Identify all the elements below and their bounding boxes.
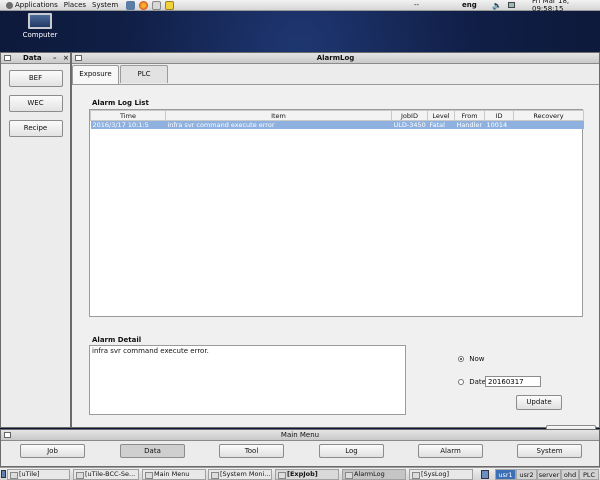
tool-button[interactable]: Tool xyxy=(219,444,284,458)
task-main-menu[interactable]: Main Menu xyxy=(142,469,206,480)
terminal-launcher-icon[interactable] xyxy=(126,0,136,10)
main-menu-title: Main Menu xyxy=(280,431,320,439)
task-utile-bcc[interactable]: [uTile-BCC-Se... xyxy=(73,469,139,480)
system-button[interactable]: System xyxy=(517,444,582,458)
task-syslog[interactable]: [SysLog] xyxy=(409,469,473,480)
computer-icon xyxy=(28,13,52,29)
cell-level: Fatal xyxy=(427,120,455,129)
foot-icon xyxy=(6,1,13,9)
main-menu-window: Main Menu Job Data Tool Log Alarm System xyxy=(0,429,600,467)
cell-recovery xyxy=(513,120,584,129)
col-recovery[interactable]: Recovery xyxy=(513,110,584,121)
tab-plc[interactable]: PLC xyxy=(120,65,168,83)
notes-launcher-icon[interactable] xyxy=(165,0,175,10)
cell-item: infra svr command execute error xyxy=(165,120,392,129)
radio-now[interactable]: Now xyxy=(458,355,484,363)
close-icon[interactable]: × xyxy=(63,54,69,62)
workspace-plc[interactable]: PLC xyxy=(579,469,599,480)
firefox-launcher-icon[interactable] xyxy=(139,0,149,10)
radio-now-indicator xyxy=(458,356,464,362)
radio-date-label: Date xyxy=(469,378,486,386)
task-utile[interactable]: [uTile] xyxy=(7,469,70,480)
applications-menu-label: Applications xyxy=(15,1,58,9)
radio-date[interactable]: Date xyxy=(458,378,486,386)
recipe-button[interactable]: Recipe xyxy=(8,120,63,137)
col-level[interactable]: Level xyxy=(427,110,455,121)
mail-launcher-icon[interactable] xyxy=(152,0,162,10)
workspace-server[interactable]: server xyxy=(537,469,561,480)
places-menu[interactable]: Places xyxy=(64,1,86,9)
col-id[interactable]: ID xyxy=(484,110,514,121)
date-input[interactable] xyxy=(485,376,541,387)
wec-button[interactable]: WEC xyxy=(8,95,63,112)
task-alarmlog[interactable]: AlarmLog xyxy=(342,469,406,480)
network-icon[interactable] xyxy=(508,2,515,8)
workspace-usr1[interactable]: usr1 xyxy=(495,469,516,480)
col-from[interactable]: From xyxy=(454,110,485,121)
top-panel: Applications Places System -- eng 🔈 Fri … xyxy=(0,0,600,13)
col-item[interactable]: Item xyxy=(165,110,392,121)
volume-icon[interactable]: 🔈 xyxy=(492,1,502,10)
alarm-detail-text[interactable]: infra svr command execute error. xyxy=(89,345,406,415)
show-desktop-icon[interactable] xyxy=(1,470,6,478)
cell-time: 2016/3/17 10:1:5 xyxy=(90,120,166,129)
bottom-taskbar: [uTile] [uTile-BCC-Se... Main Menu [Syst… xyxy=(0,467,600,480)
alarm-log-table[interactable]: Time Item JobID Level From ID Recovery 2… xyxy=(89,109,584,317)
system-menu[interactable]: System xyxy=(92,1,118,9)
cell-jobid: ULD-3450 xyxy=(391,120,428,129)
task-system-monitor[interactable]: [System Moni... xyxy=(208,469,272,480)
tab-exposure[interactable]: Exposure xyxy=(72,65,119,84)
table-header: Time Item JobID Level From ID Recovery xyxy=(90,110,584,121)
computer-desktop-icon[interactable]: Computer xyxy=(22,13,58,39)
keyboard-layout-indicator[interactable]: eng xyxy=(462,1,477,9)
radio-date-indicator xyxy=(458,379,464,385)
alarm-detail-label: Alarm Detail xyxy=(92,336,142,344)
update-button[interactable]: Update xyxy=(516,395,562,410)
alarm-log-list-label: Alarm Log List xyxy=(92,99,149,107)
log-button[interactable]: Log xyxy=(319,444,384,458)
clock[interactable]: Fri Mar 18, 09:58:15 xyxy=(532,0,600,13)
minimize-icon[interactable]: – xyxy=(53,54,57,62)
alarm-button[interactable]: Alarm xyxy=(418,444,483,458)
workspace-usr2[interactable]: usr2 xyxy=(516,469,537,480)
data-window: Data – × BEF WEC Recipe xyxy=(0,52,71,428)
data-window-titlebar[interactable]: Data – × xyxy=(1,53,70,64)
cell-from: Handler xyxy=(454,120,485,129)
workspace-ohd[interactable]: ohd xyxy=(561,469,579,480)
cell-id: 10014 xyxy=(484,120,514,129)
main-menu-titlebar[interactable]: Main Menu xyxy=(1,430,599,441)
alarmlog-window: AlarmLog Exposure PLC Alarm Log List Tim… xyxy=(71,52,600,431)
data-button[interactable]: Data xyxy=(120,444,185,458)
alarm-tabs: Exposure PLC xyxy=(72,65,169,84)
data-window-title: Data xyxy=(23,54,42,62)
table-row[interactable]: 2016/3/17 10:1:5 infra svr command execu… xyxy=(90,120,584,129)
panel-center-text: -- xyxy=(414,1,420,9)
radio-now-label: Now xyxy=(469,355,485,363)
bef-button[interactable]: BEF xyxy=(8,70,63,87)
computer-icon-label: Computer xyxy=(22,31,58,39)
alarmlog-title: AlarmLog xyxy=(316,54,355,62)
alarm-detail-value: infra svr command execute error. xyxy=(92,347,209,355)
alarmlog-titlebar[interactable]: AlarmLog xyxy=(72,53,599,64)
col-jobid[interactable]: JobID xyxy=(391,110,428,121)
task-expjob[interactable]: [ExpJob] xyxy=(275,469,339,480)
applications-menu[interactable]: Applications xyxy=(6,1,58,9)
trash-icon[interactable] xyxy=(481,470,489,479)
window-menu-icon[interactable] xyxy=(4,55,11,61)
col-time[interactable]: Time xyxy=(90,110,166,121)
job-button[interactable]: Job xyxy=(20,444,85,458)
